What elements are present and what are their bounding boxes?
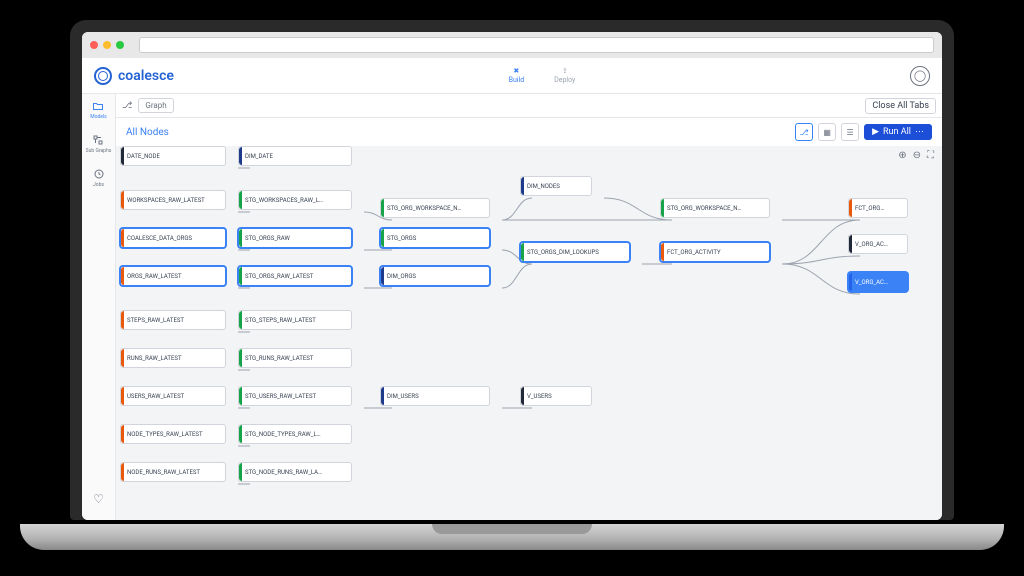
node-dim_nodes[interactable]: DIM_NODES — [520, 176, 592, 196]
node-stg_users[interactable]: STG_USERS_RAW_LATEST — [238, 386, 352, 406]
sidebar-item-jobs[interactable]: Jobs — [92, 168, 106, 188]
notifications-icon[interactable]: ♡ — [93, 492, 104, 506]
node-v_users[interactable]: V_USERS — [520, 386, 592, 406]
node-dim_users[interactable]: DIM_USERS — [380, 386, 490, 406]
jobs-icon — [92, 168, 106, 180]
tab-bar: ⎇ Graph Close All Tabs — [116, 94, 942, 118]
brand-icon — [94, 67, 112, 85]
node-coalesce_data_orgs[interactable]: COALESCE_DATA_ORGS — [120, 228, 226, 248]
node-stg_orgs_dim_lookups[interactable]: STG_ORGS_DIM_LOOKUPS — [520, 242, 630, 262]
node-steps_raw[interactable]: STEPS_RAW_LATEST — [120, 310, 226, 330]
browser-chrome — [82, 32, 942, 58]
node-fct_org_activity[interactable]: FCT_ORG_ACTIVITY — [660, 242, 770, 262]
node-v_org_ac[interactable]: V_ORG_AC… — [848, 234, 908, 254]
graph-canvas[interactable]: ⊕ ⊖ ⛶ DATE_NODEWORKSPACES_RAW_LATESTCOAL… — [116, 146, 942, 520]
play-icon: ▶ — [872, 127, 879, 137]
minimize-dot[interactable] — [103, 41, 111, 49]
user-avatar[interactable]: ◯ — [910, 66, 930, 86]
node-workspaces_raw[interactable]: WORKSPACES_RAW_LATEST — [120, 190, 226, 210]
view-list-button[interactable]: ☰ — [841, 123, 859, 141]
node-stg_orgs_raw[interactable]: STG_ORGS_RAW — [238, 228, 352, 248]
node-fct_org[interactable]: FCT_ORG… — [848, 198, 908, 218]
all-nodes-label[interactable]: All Nodes — [126, 127, 169, 138]
subgraph-icon — [91, 134, 105, 146]
folder-icon — [91, 100, 105, 112]
tab-graph[interactable]: Graph — [138, 98, 173, 113]
node-stg_steps[interactable]: STG_STEPS_RAW_LATEST — [238, 310, 352, 330]
node-dim_date[interactable]: DIM_DATE — [238, 146, 352, 166]
close-all-tabs-button[interactable]: Close All Tabs — [865, 98, 936, 114]
chevron-down-icon: ⋯ — [915, 127, 924, 137]
node-stg_orgs_raw_latest[interactable]: STG_ORGS_RAW_LATEST — [238, 266, 352, 286]
brand[interactable]: coalesce — [94, 67, 174, 85]
node-v_org_ac2[interactable]: V_ORG_AC… — [848, 272, 908, 292]
toolbar: All Nodes ⎇ ▦ ☰ ▶ Run All ⋯ — [116, 118, 942, 146]
branch-icon: ⎇ — [122, 101, 132, 111]
view-grid-button[interactable]: ▦ — [818, 123, 836, 141]
run-all-button[interactable]: ▶ Run All ⋯ — [864, 124, 932, 140]
sidebar-item-subgraphs[interactable]: Sub Graphs — [86, 134, 112, 154]
view-graph-button[interactable]: ⎇ — [795, 123, 813, 141]
node-stg_node_runs[interactable]: STG_NODE_RUNS_RAW_LA… — [238, 462, 352, 482]
app-header: coalesce ✖ Build ⇪ Deploy ◯ — [82, 58, 942, 94]
maximize-dot[interactable] — [116, 41, 124, 49]
url-bar[interactable] — [139, 37, 934, 53]
deploy-tab[interactable]: ⇪ Deploy — [554, 67, 575, 84]
node-runs_raw[interactable]: RUNS_RAW_LATEST — [120, 348, 226, 368]
node-users_raw[interactable]: USERS_RAW_LATEST — [120, 386, 226, 406]
build-icon: ✖ — [513, 67, 519, 75]
close-dot[interactable] — [90, 41, 98, 49]
node-dim_orgs[interactable]: DIM_ORGS — [380, 266, 490, 286]
node-stg_node_types[interactable]: STG_NODE_TYPES_RAW_L… — [238, 424, 352, 444]
node-date_node[interactable]: DATE_NODE — [120, 146, 226, 166]
node-stg_org_workspace_n2[interactable]: STG_ORG_WORKSPACE_N… — [660, 198, 770, 218]
deploy-icon: ⇪ — [562, 67, 568, 75]
node-stg_org_workspace[interactable]: STG_ORG_WORKSPACE_N… — [380, 198, 490, 218]
node-node_runs_raw[interactable]: NODE_RUNS_RAW_LATEST — [120, 462, 226, 482]
sidebar: Models Sub Graphs Jobs ♡ — [82, 94, 116, 520]
brand-text: coalesce — [118, 68, 174, 84]
sidebar-item-models[interactable]: Models — [90, 100, 106, 120]
build-tab[interactable]: ✖ Build — [509, 67, 525, 84]
node-stg_orgs[interactable]: STG_ORGS — [380, 228, 490, 248]
node-orgs_raw[interactable]: ORGS_RAW_LATEST — [120, 266, 226, 286]
node-stg_workspaces[interactable]: STG_WORKSPACES_RAW_L… — [238, 190, 352, 210]
node-stg_runs[interactable]: STG_RUNS_RAW_LATEST — [238, 348, 352, 368]
node-node_types_raw[interactable]: NODE_TYPES_RAW_LATEST — [120, 424, 226, 444]
